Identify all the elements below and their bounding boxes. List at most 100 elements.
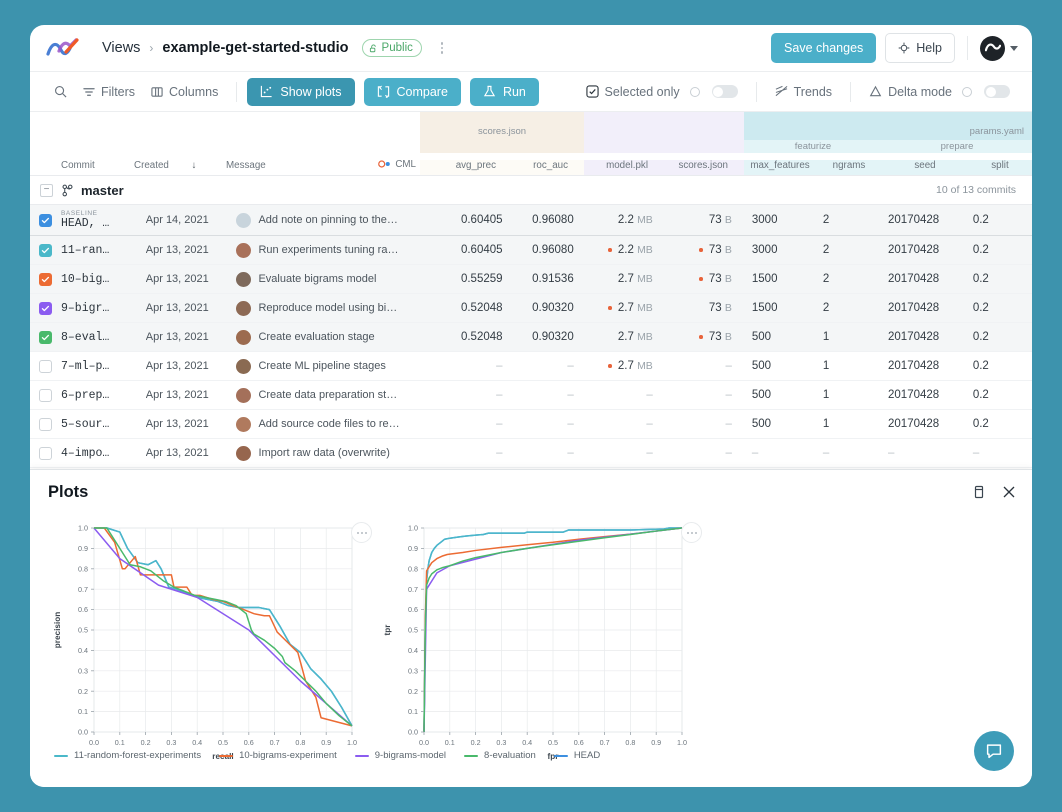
table-row[interactable]: 5‒sour… Apr 13, 2021 Add source code files… [30,410,1032,439]
cell-message: Add note on pinning to the… [236,212,427,228]
cell-commit[interactable]: BASELINE HEAD, … [61,210,146,230]
column-header-seed[interactable]: seed [882,160,968,175]
column-header-created[interactable]: Created ↓ [134,160,226,175]
trends-button[interactable]: Trends [767,81,840,103]
table-row[interactable]: 10‒big… Apr 13, 2021 Evaluate bigrams mode… [30,265,1032,294]
table-row[interactable]: 9‒bigr… Apr 13, 2021 Reproduce model using… [30,294,1032,323]
cell-scores-json: 73 B [708,214,732,226]
selected-only-toggle[interactable]: Selected only [578,81,746,103]
cell-avg-prec: 0.52048 [460,331,503,343]
legend-label: 9-bigrams-model [374,750,447,761]
tick-label-y: 0.0 [408,728,418,737]
columns-button[interactable]: Columns [143,81,226,103]
commit-name: 8‒eval… [61,330,110,344]
cell-split: 0.2 [972,389,989,401]
row-checkbox[interactable] [39,243,52,257]
status-badge[interactable]: Public [361,39,422,57]
column-header-commit[interactable]: Commit [30,160,134,175]
column-header-split[interactable]: split [968,160,1032,175]
cell-split: 0.2 [972,360,989,372]
app-window: Views › example-get-started-studio Publi… [30,25,1032,787]
cell-commit[interactable]: 5‒sour… [61,418,146,431]
cell-commit[interactable]: 6‒prep… [61,389,146,402]
column-header-ngrams[interactable]: ngrams [816,160,882,175]
filters-button[interactable]: Filters [75,81,143,103]
plots-panel: Plots 0.0 0.1 0.2 0.3 0.4 0.5 0.6 0.7 0.8 0.9 1.0 0… [30,469,1032,787]
row-checkbox[interactable] [39,272,52,286]
cell-scores-json: – [725,418,732,430]
row-checkbox[interactable] [39,359,52,373]
row-checkbox[interactable] [39,388,52,402]
row-checkbox[interactable] [39,330,52,344]
header-divider [967,36,968,60]
cell-avg-prec: 0.55259 [460,273,503,285]
column-header-model-pkl[interactable]: model.pkl [584,160,664,175]
breadcrumb-views[interactable]: Views [102,40,140,56]
precision-recall-chart[interactable]: 0.0 0.1 0.2 0.3 0.4 0.5 0.6 0.7 0.8 0.9 1.0 0.0 0.1 0… [48,520,360,772]
cell-created: Apr 13, 2021 [145,302,209,314]
commit-name: 10‒big… [61,272,110,286]
delta-mode-toggle[interactable]: Delta mode [861,81,1018,103]
cell-commit[interactable]: 11‒ran… [61,244,146,257]
show-plots-button[interactable]: Show plots [247,77,355,106]
column-header-scores-json[interactable]: scores.json [664,160,744,175]
expand-icon[interactable] [972,485,986,499]
legend-item[interactable]: 9-bigrams-model [354,750,447,761]
column-header-roc-auc[interactable]: roc_auc [512,160,584,175]
info-icon[interactable] [689,86,700,97]
cell-commit[interactable]: 4‒impo… [61,447,146,460]
collapse-branch-icon[interactable]: − [40,183,53,197]
column-header-message[interactable]: Message [226,160,378,175]
commit-name: 11‒ran… [61,243,110,257]
column-header-cml[interactable]: CML [378,159,420,176]
info-icon-2[interactable] [962,86,972,97]
toolbar-divider-3 [850,81,852,102]
search-icon[interactable] [46,81,75,102]
cell-commit[interactable]: 9‒bigr… [61,302,146,315]
row-checkbox[interactable] [39,446,52,460]
tick-label-y: 0.6 [78,605,88,614]
row-checkbox[interactable] [39,417,52,431]
tick-label-x: 0.2 [141,738,151,747]
cell-ngrams: 1 [822,418,830,430]
iterative-logo-icon[interactable] [46,37,80,59]
avatar [236,300,252,316]
legend-item[interactable]: 11-random-forest-experiments [54,750,201,761]
more-options-icon[interactable] [440,42,444,54]
legend-item[interactable]: 8-evaluation [464,750,536,761]
table-row[interactable]: 4‒impo… Apr 13, 2021 Import raw data (over… [30,439,1032,468]
row-checkbox[interactable] [39,213,52,227]
cell-commit[interactable]: 8‒eval… [61,331,146,344]
save-changes-button[interactable]: Save changes [771,33,877,63]
column-header-max-features[interactable]: max_features [744,160,816,175]
branch-row[interactable]: − master 10 of 13 commits [30,175,1032,205]
cell-roc-auc: 0.96080 [532,244,574,256]
column-header-avg-prec[interactable]: avg_prec [420,160,512,175]
legend-label: 11-random-forest-experiments [74,750,202,761]
table-row[interactable]: BASELINE HEAD, … Apr 14, 2021 Add note on p… [30,205,1032,236]
table-row[interactable]: 7‒ml‒p… Apr 13, 2021 Create ML pipeline st… [30,352,1032,381]
user-menu[interactable] [980,35,1018,61]
delta-mode-switch[interactable] [984,85,1010,98]
plots-title: Plots [48,482,89,501]
y-axis-label: tpr [383,624,392,636]
cell-model-pkl: – [646,447,653,459]
help-button[interactable]: Help [885,33,955,63]
plot-menu-icon-2[interactable] [681,522,702,543]
cell-commit[interactable]: 7‒ml‒p… [61,360,146,373]
legend-item[interactable]: HEAD [553,750,600,761]
legend-item[interactable]: 10-bigrams-experiment [219,750,337,761]
compare-button[interactable]: Compare [363,77,461,106]
row-checkbox[interactable] [39,301,52,315]
close-icon[interactable] [1002,485,1016,499]
roc-chart[interactable]: 0.0 0.1 0.2 0.3 0.4 0.5 0.6 0.7 0.8 0.9 1.0 0.0 0.1 0… [378,520,690,772]
run-button[interactable]: Run [469,77,539,106]
cell-commit[interactable]: 10‒big… [61,273,146,286]
dirty-indicator [608,306,612,310]
chat-button[interactable] [974,731,1014,771]
selected-only-switch[interactable] [711,85,738,98]
table-row[interactable]: 6‒prep… Apr 13, 2021 Create data preparati… [30,381,1032,410]
plot-menu-icon[interactable] [351,522,372,543]
table-row[interactable]: 11‒ran… Apr 13, 2021 Run experiments tunin… [30,236,1032,265]
table-row[interactable]: 8‒eval… Apr 13, 2021 Create evaluation sta… [30,323,1032,352]
